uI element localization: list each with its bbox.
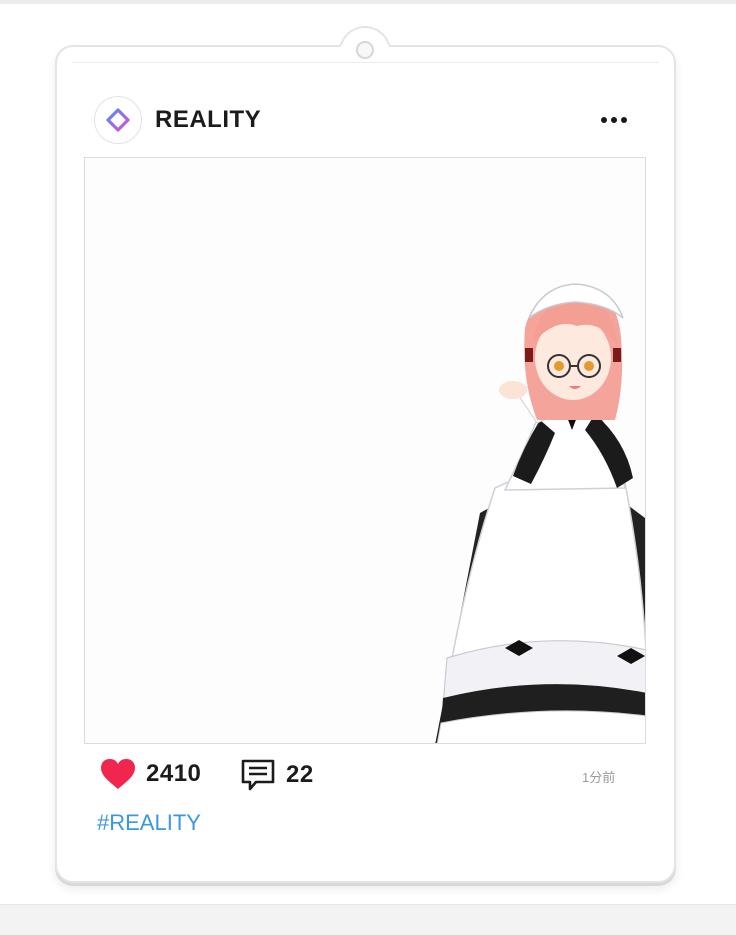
comment-count: 22 (286, 761, 314, 788)
comment-icon (241, 759, 275, 791)
reality-logo-icon[interactable] (94, 96, 142, 144)
heart-icon (101, 759, 135, 789)
bottom-edge (0, 904, 736, 935)
post-image[interactable] (84, 157, 646, 744)
more-dot (621, 117, 627, 123)
like-button[interactable]: 2410 (100, 758, 201, 790)
hanger-hole (356, 41, 374, 59)
hashtag-link[interactable]: #REALITY (97, 810, 201, 836)
top-edge (0, 0, 736, 4)
comment-button[interactable]: 22 (240, 758, 314, 792)
post-username[interactable]: REALITY (155, 106, 261, 134)
maid-character-illustration (435, 283, 645, 743)
more-options-button[interactable] (596, 110, 632, 130)
more-dot (611, 117, 617, 123)
reality-logo-glyph (106, 108, 130, 132)
frame-divider (72, 62, 659, 63)
post-timestamp: 1分前 (582, 770, 616, 785)
like-count: 2410 (146, 760, 202, 787)
more-horizontal-icon (601, 117, 607, 123)
